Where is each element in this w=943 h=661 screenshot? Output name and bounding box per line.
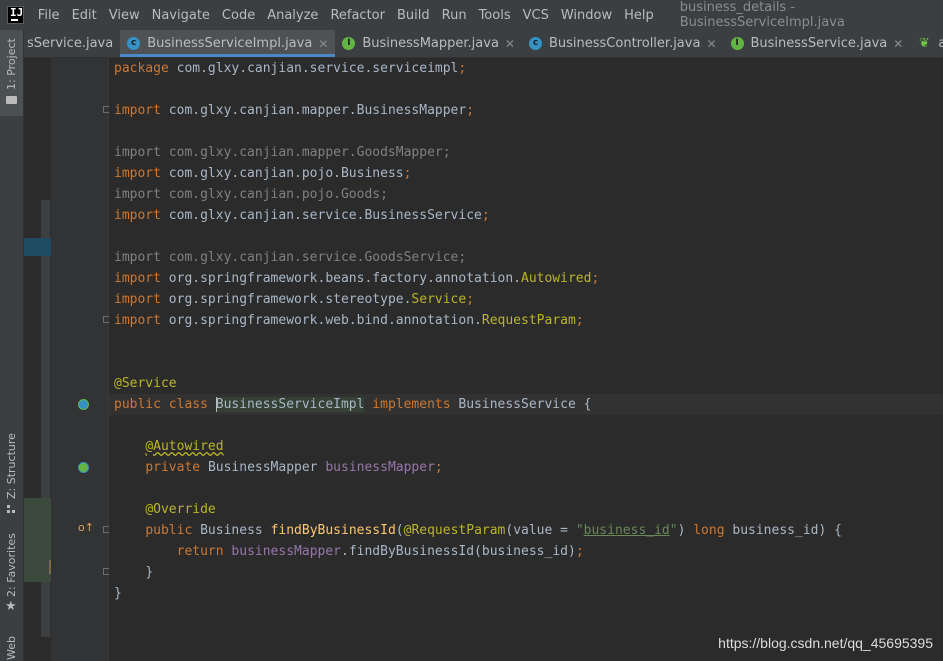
- class-icon: c: [127, 37, 141, 50]
- tab-businessservice-partial[interactable]: sService.java: [24, 30, 120, 57]
- project-tool-button[interactable]: 1: Project: [0, 30, 23, 116]
- code-line-16: @Service: [114, 376, 177, 391]
- menu-view[interactable]: View: [103, 8, 146, 23]
- code-line-10-unused: import com.glxy.canjian.service.GoodsSer…: [114, 250, 467, 265]
- code-line-24: return businessMapper.findByBusinessId(b…: [176, 544, 584, 559]
- menu-run[interactable]: Run: [436, 8, 473, 23]
- close-icon[interactable]: ✕: [505, 37, 515, 51]
- menu-file[interactable]: File: [32, 8, 66, 23]
- change-marker-highlight: [24, 238, 51, 256]
- autowired-bean-gutter-icon[interactable]: [78, 462, 89, 473]
- interface-icon: I: [730, 37, 744, 50]
- tab-businessmapper[interactable]: I BusinessMapper.java ✕: [335, 30, 522, 57]
- code-line-7-unused: import com.glxy.canjian.pojo.Goods;: [114, 187, 388, 202]
- structure-icon: [7, 505, 16, 513]
- web-tool-label: Web: [5, 636, 18, 660]
- close-icon[interactable]: ✕: [318, 37, 328, 51]
- folder-icon: [6, 96, 17, 104]
- code-line-23: public Business findByBusinessId(@Reques…: [145, 523, 842, 538]
- code-line-26: }: [114, 586, 122, 601]
- code-line-20: private BusinessMapper businessMapper;: [145, 460, 443, 475]
- menu-tools[interactable]: Tools: [473, 8, 517, 23]
- editor-tab-bar: sService.java c BusinessServiceImpl.java…: [24, 30, 943, 58]
- star-icon: ★: [5, 599, 17, 614]
- menu-navigate[interactable]: Navigate: [146, 8, 216, 23]
- structure-tool-label: Z: Structure: [5, 433, 18, 499]
- code-line-8: import com.glxy.canjian.service.Business…: [114, 208, 490, 223]
- window-title: business_details - BusinessServiceImpl.j…: [679, 0, 845, 30]
- menu-window[interactable]: Window: [555, 8, 618, 23]
- code-line-25: }: [145, 565, 154, 580]
- close-icon[interactable]: ✕: [706, 37, 716, 51]
- implementation-gutter-icon[interactable]: [78, 399, 89, 410]
- code-line-19: @Autowired: [145, 439, 224, 454]
- menu-build[interactable]: Build: [391, 8, 436, 23]
- menu-edit[interactable]: Edit: [66, 8, 103, 23]
- close-icon[interactable]: ✕: [893, 37, 903, 51]
- tab-application[interactable]: ❦ applicatio: [910, 30, 943, 57]
- spring-config-icon: ❦: [918, 36, 930, 51]
- line-number-gutter: 1 2 3 4 5 6 7 8 9 10 11 12 13 14 15 16 1…: [51, 58, 123, 661]
- project-tool-label: 1: Project: [5, 38, 18, 90]
- tab-businessserviceimpl[interactable]: c BusinessServiceImpl.java ✕: [120, 30, 336, 57]
- menu-vcs[interactable]: VCS: [517, 8, 555, 23]
- menu-code[interactable]: Code: [216, 8, 261, 23]
- code-line-13: import org.springframework.web.bind.anno…: [114, 313, 584, 328]
- favorites-tool-label: 2: Favorites: [5, 533, 18, 597]
- interface-icon: I: [342, 37, 356, 50]
- left-tool-strip: 1: Project Z: Structure 2: Favorites ★ W…: [0, 30, 24, 661]
- code-line-3: import com.glxy.canjian.mapper.BusinessM…: [114, 103, 475, 118]
- menu-help[interactable]: Help: [618, 8, 660, 23]
- code-line-5-unused: import com.glxy.canjian.mapper.GoodsMapp…: [114, 145, 451, 160]
- watermark-url: https://blog.csdn.net/qq_45695395: [718, 635, 933, 651]
- code-line-17-current: public class BusinessServiceImpl impleme…: [109, 394, 943, 415]
- code-line-11: import org.springframework.beans.factory…: [114, 271, 600, 286]
- override-gutter-icon[interactable]: o↑: [78, 521, 94, 534]
- code-line-12: import org.springframework.stereotype.Se…: [114, 292, 475, 307]
- change-marker-added: [24, 498, 51, 582]
- menu-bar: IJ File Edit View Navigate Code Analyze …: [0, 0, 943, 30]
- class-icon: c: [528, 37, 542, 50]
- intellij-logo-icon: IJ: [7, 6, 24, 24]
- favorites-tool-button[interactable]: 2: Favorites ★: [0, 533, 23, 620]
- tab-businesscontroller[interactable]: c BusinessController.java ✕: [522, 30, 724, 57]
- code-editor[interactable]: package com.glxy.canjian.service.service…: [109, 58, 943, 661]
- code-line-22: @Override: [145, 502, 216, 517]
- web-tool-button[interactable]: Web: [0, 630, 23, 661]
- code-line-6: import com.glxy.canjian.pojo.Business;: [114, 166, 412, 181]
- code-line-1: package com.glxy.canjian.service.service…: [114, 61, 467, 76]
- tab-businessservice[interactable]: I BusinessService.java ✕: [724, 30, 911, 57]
- structure-tool-button[interactable]: Z: Structure: [0, 433, 23, 515]
- menu-analyze[interactable]: Analyze: [261, 8, 324, 23]
- menu-refactor[interactable]: Refactor: [324, 8, 391, 23]
